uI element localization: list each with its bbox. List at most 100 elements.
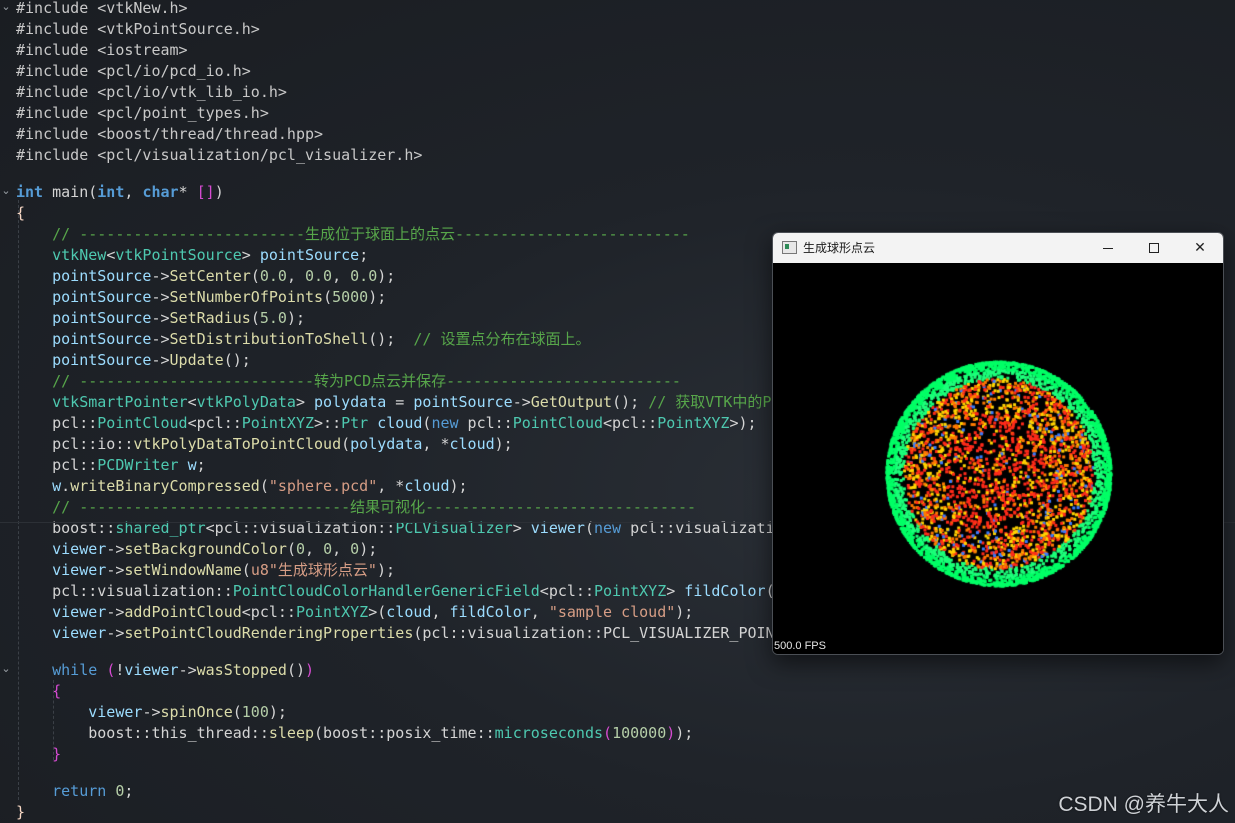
code-line[interactable]: #include <vtkNew.h> (16, 0, 188, 19)
code-token: "sample cloud" (548, 603, 676, 621)
code-line[interactable]: pointSource->SetNumberOfPoints(5000); (16, 287, 386, 308)
point-cloud-sphere (773, 263, 1223, 654)
code-line[interactable]: boost::this_thread::sleep(boost::posix_t… (16, 723, 693, 744)
code-line[interactable]: vtkSmartPointer<vtkPolyData> polydata = … (16, 392, 865, 413)
maximize-button[interactable] (1131, 233, 1177, 263)
code-token: ); (675, 603, 694, 621)
code-token: (); (223, 351, 251, 369)
code-token: main( (43, 183, 98, 201)
code-line[interactable]: #include <pcl/io/pcd_io.h> (16, 61, 251, 82)
code-token: ) (305, 661, 315, 679)
code-token: , (431, 603, 450, 621)
code-token: < (187, 393, 197, 411)
code-line[interactable]: } (16, 802, 25, 823)
code-line[interactable]: pcl::PCDWriter w; (16, 455, 206, 476)
point-cloud-viewport[interactable] (773, 263, 1223, 654)
code-token: <vtkNew.h> (97, 0, 188, 17)
code-line[interactable]: pcl::io::vtkPolyDataToPointCloud(polydat… (16, 434, 513, 455)
code-token: -> (178, 661, 197, 679)
code-line[interactable]: #include <pcl/io/vtk_lib_io.h> (16, 82, 287, 103)
fold-toggle-icon[interactable]: ⌄ (0, 184, 12, 202)
code-token: wasStopped (196, 661, 287, 679)
code-token: #include (16, 125, 98, 143)
code-token: ( (323, 288, 333, 306)
code-token: pointSource (259, 246, 360, 264)
viewer-titlebar[interactable]: 生成球形点云 ✕ (773, 233, 1223, 263)
code-token: w (187, 456, 197, 474)
code-token: #include (16, 62, 98, 80)
pcl-viewer-window[interactable]: 生成球形点云 ✕ 500.0 FPS (772, 232, 1224, 655)
code-token: fildColor (684, 582, 766, 600)
code-line[interactable]: viewer->spinOnce(100); (16, 702, 287, 723)
code-token: PointXYZ (241, 414, 315, 432)
code-token: PCDWriter (97, 456, 179, 474)
minimize-icon (1103, 247, 1113, 249)
code-token: #include (16, 104, 98, 122)
indent-guide (53, 680, 54, 760)
code-line[interactable]: pcl::PointCloud<pcl::PointXYZ>::Ptr clou… (16, 413, 756, 434)
code-line[interactable]: while (!viewer->wasStopped()) (16, 660, 314, 681)
code-token: microseconds (494, 724, 604, 742)
code-line[interactable]: // -------------------------生成位于球面上的点云--… (16, 224, 690, 245)
code-line[interactable]: viewer->setBackgroundColor(0, 0, 0); (16, 539, 377, 560)
code-token: <pcl:: (187, 414, 242, 432)
code-token: PointCloud (512, 414, 604, 432)
code-token: [] (196, 183, 215, 201)
code-line[interactable]: viewer->setWindowName(u8"生成球形点云"); (16, 560, 395, 581)
code-line[interactable]: w.writeBinaryCompressed("sphere.pcd", *c… (16, 476, 467, 497)
code-line[interactable]: // ------------------------------结果可视化--… (16, 497, 696, 518)
code-token: pointSource (52, 330, 152, 348)
code-token: new (431, 414, 459, 432)
code-token: vtkPolyData (196, 393, 296, 411)
code-token: , (305, 540, 324, 558)
code-line[interactable]: pointSource->SetDistributionToShell(); /… (16, 329, 590, 350)
code-token: viewer (52, 540, 107, 558)
code-token: -> (151, 309, 170, 327)
indent-guide (18, 200, 19, 800)
code-line[interactable]: #include <vtkPointSource.h> (16, 19, 260, 40)
code-line[interactable]: // --------------------------转为PCD点云并保存-… (16, 371, 681, 392)
code-line[interactable]: int main(int, char* []) (16, 182, 224, 203)
code-line[interactable]: #include <pcl/point_types.h> (16, 103, 269, 124)
code-token: ); (675, 724, 694, 742)
code-token: ( (106, 661, 116, 679)
minimize-button[interactable] (1085, 233, 1131, 263)
code-token: > (295, 393, 315, 411)
code-line[interactable]: viewer->addPointCloud<pcl::PointXYZ>(clo… (16, 602, 693, 623)
code-token: polydata (314, 393, 387, 411)
code-line[interactable]: return 0; (16, 781, 133, 802)
code-line[interactable]: pointSource->Update(); (16, 350, 251, 371)
close-button[interactable]: ✕ (1177, 233, 1223, 263)
code-token: , (124, 183, 143, 201)
code-token: cloud (404, 477, 450, 495)
code-line[interactable]: } (16, 744, 61, 765)
code-token: addPointCloud (124, 603, 242, 621)
fold-toggle-icon[interactable]: ⌄ (0, 0, 12, 18)
code-line[interactable]: vtkNew<vtkPointSource> pointSource; (16, 245, 368, 266)
code-token: viewer (88, 703, 143, 721)
code-line[interactable]: pointSource->SetRadius(5.0); (16, 308, 305, 329)
app-icon (782, 241, 797, 254)
code-line[interactable]: #include <boost/thread/thread.hpp> (16, 124, 323, 145)
code-token: <iostream> (97, 41, 188, 59)
code-line[interactable]: #include <iostream> (16, 40, 188, 61)
code-line[interactable]: #include <pcl/visualization/pcl_visualiz… (16, 145, 422, 166)
code-token: viewer (52, 561, 107, 579)
code-token: ( (250, 267, 260, 285)
fold-toggle-icon[interactable]: ⌄ (0, 662, 12, 680)
code-token: PointCloudColorHandlerGenericField (232, 582, 540, 600)
code-token: * (178, 183, 197, 201)
code-token: while (52, 661, 98, 679)
code-line[interactable]: pcl::visualization::PointCloudColorHandl… (16, 581, 883, 602)
code-line[interactable]: { (16, 681, 61, 702)
code-line[interactable]: pointSource->SetCenter(0.0, 0.0, 0.0); (16, 266, 395, 287)
code-token: >:: (314, 414, 342, 432)
